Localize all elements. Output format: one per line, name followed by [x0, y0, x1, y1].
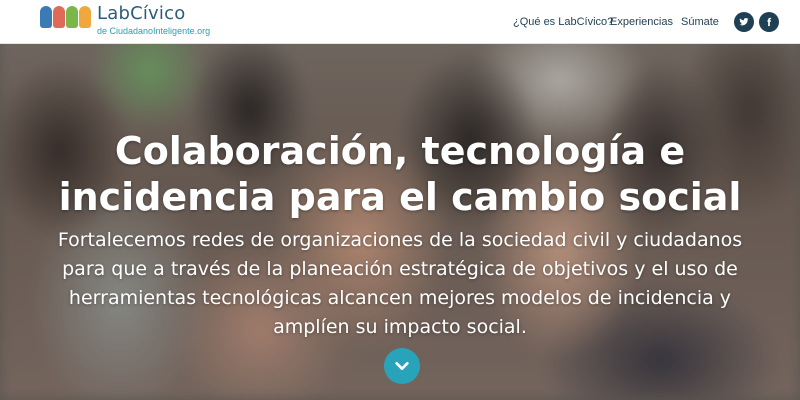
scroll-down-button[interactable] [384, 348, 420, 384]
twitter-button[interactable] [734, 12, 754, 32]
hero-title: Colaboración, tecnología e incidencia pa… [58, 129, 742, 219]
nav-link-que-es[interactable]: ¿Qué es LabCívico? [513, 16, 613, 28]
facebook-icon [767, 17, 772, 27]
nav-link-sumate[interactable]: Súmate [681, 16, 719, 28]
main-nav: ¿Qué es LabCívico? Experiencias Súmate [0, 0, 800, 44]
facebook-button[interactable] [759, 12, 779, 32]
chevron-down-icon [395, 362, 409, 370]
top-navigation-bar: LabCívico de CiudadanoInteligente.org ¿Q… [0, 0, 800, 44]
nav-link-experiencias[interactable]: Experiencias [610, 16, 673, 28]
twitter-icon [739, 18, 749, 26]
hero-description: Fortalecemos redes de organizaciones de … [57, 229, 743, 338]
